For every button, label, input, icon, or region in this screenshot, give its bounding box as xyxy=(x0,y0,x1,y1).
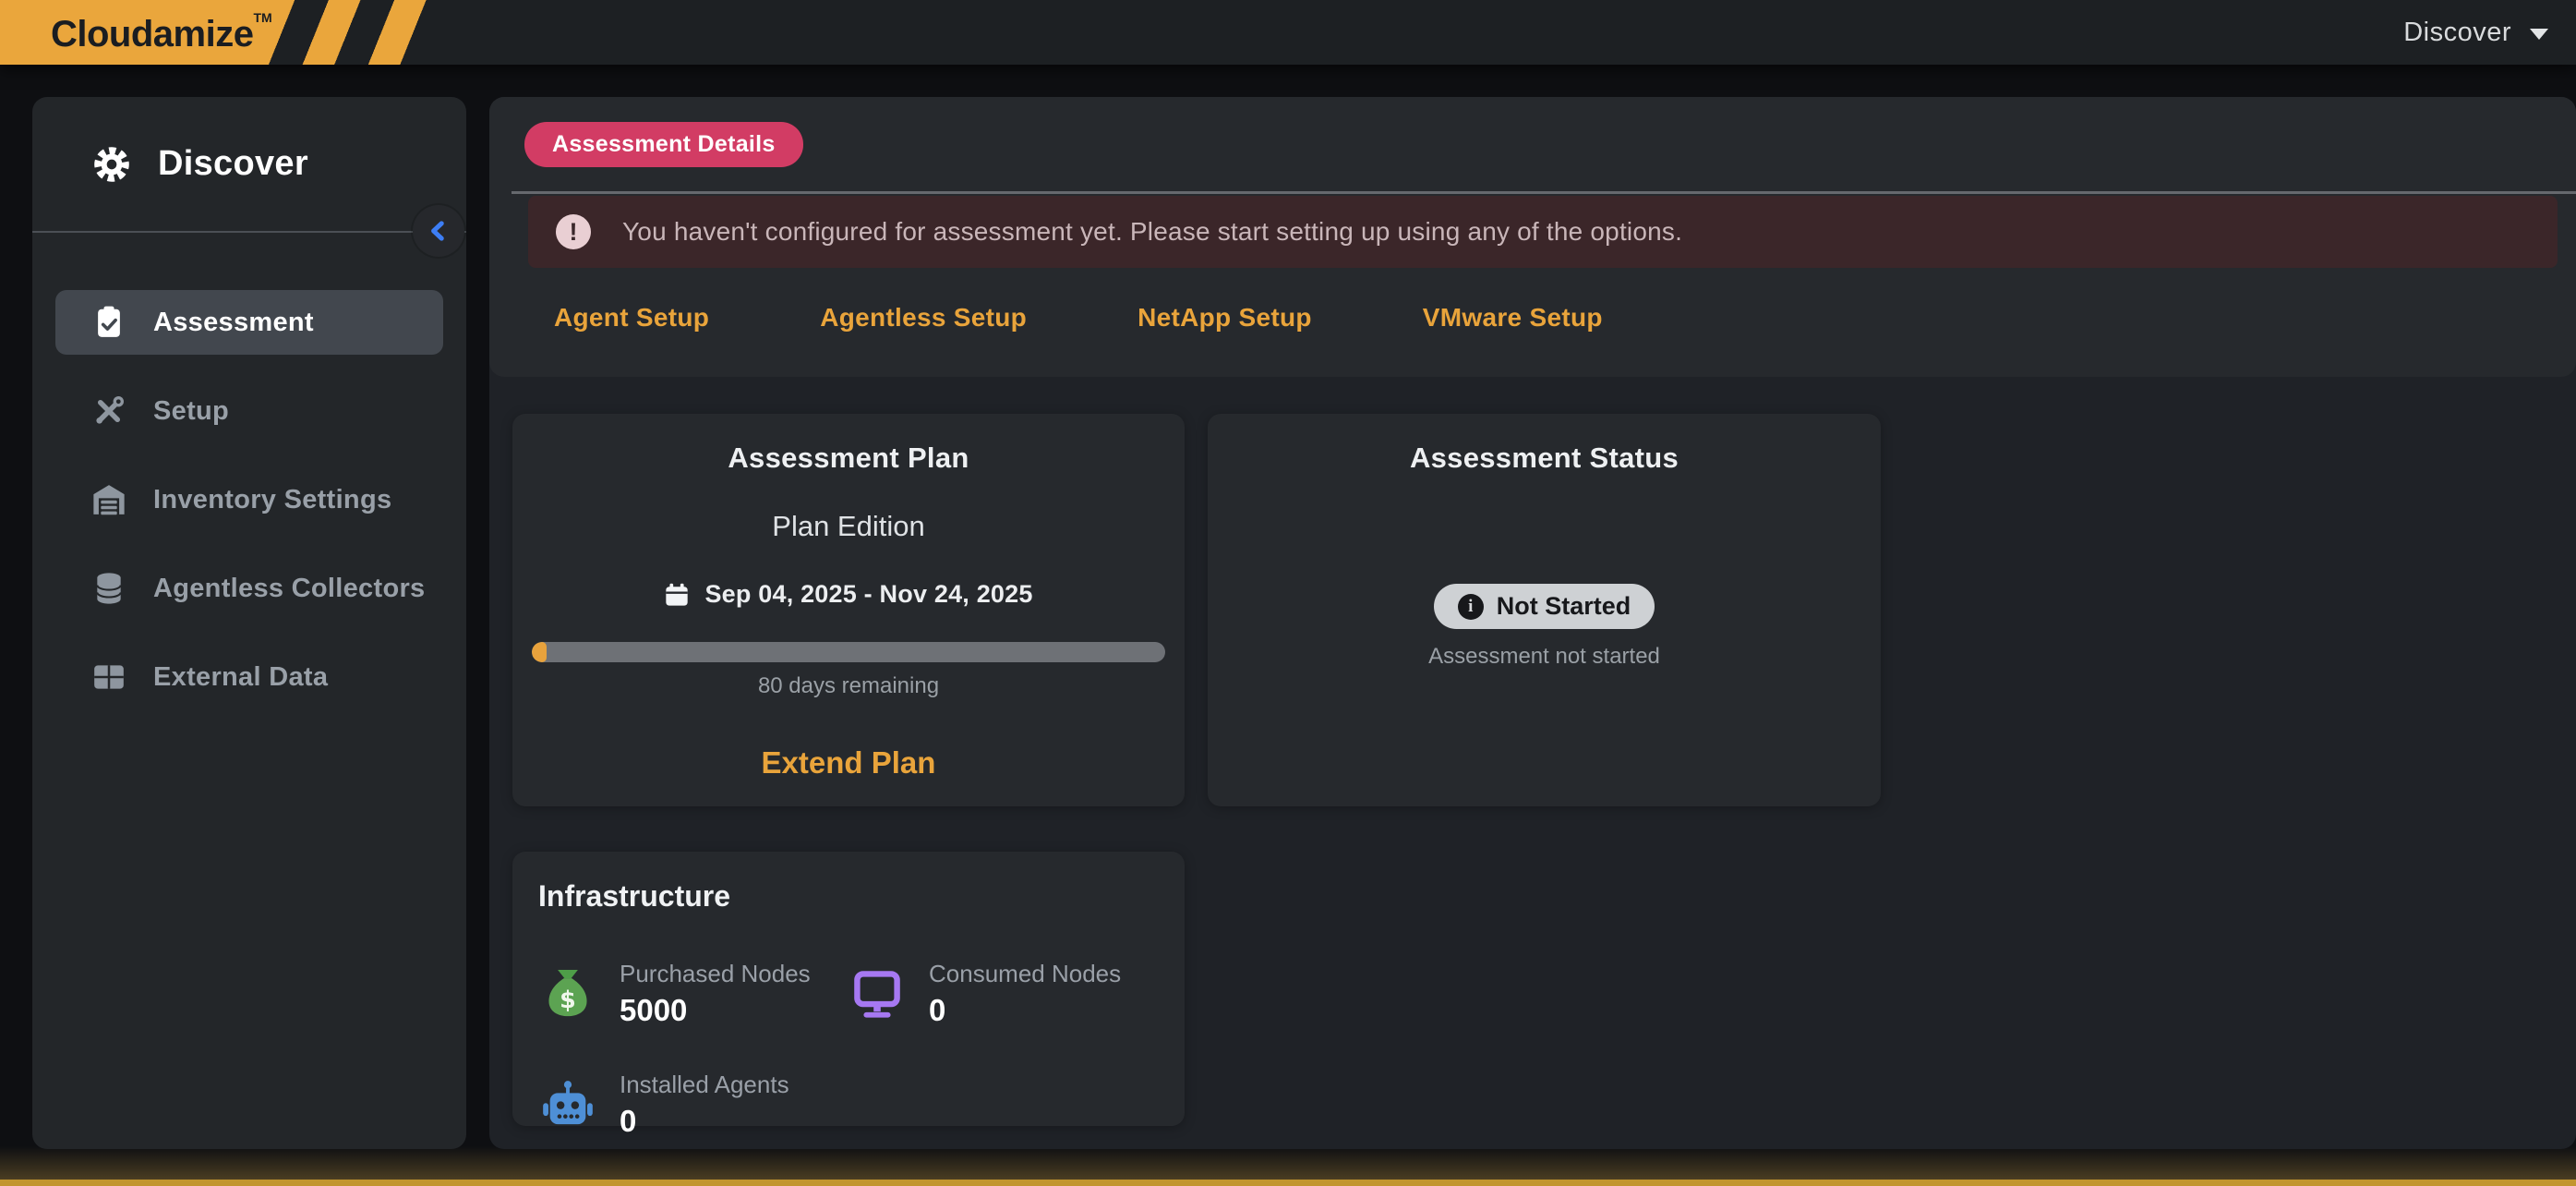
plan-progress-fill xyxy=(532,642,547,662)
plan-edition: Plan Edition xyxy=(512,510,1185,543)
sidebar-item-label: Setup xyxy=(153,396,229,427)
top-header-bar: CloudamizeTM Discover xyxy=(0,0,2576,65)
trademark-mark: TM xyxy=(253,10,271,25)
svg-text:$: $ xyxy=(560,986,576,1013)
product-switcher-dropdown[interactable]: Discover xyxy=(2403,18,2576,48)
clipboard-check-icon xyxy=(89,302,129,343)
warehouse-icon xyxy=(89,479,129,520)
brand-name: CloudamizeTM xyxy=(0,10,272,55)
sidebar-item-label: Inventory Settings xyxy=(153,485,391,515)
plan-card-title: Assessment Plan xyxy=(512,442,1185,475)
assessment-details-chip[interactable]: Assessment Details xyxy=(524,122,803,167)
alert-message: You haven't configured for assessment ye… xyxy=(622,217,1682,247)
assessment-details-panel: Assessment Details ! You haven't configu… xyxy=(489,97,2576,377)
infrastructure-metrics: $ Purchased Nodes 5000 Consum xyxy=(512,960,1185,1139)
chevron-down-icon xyxy=(2530,29,2548,40)
chevron-left-icon xyxy=(427,219,451,243)
sidebar-item-agentless-collectors[interactable]: Agentless Collectors xyxy=(55,556,443,621)
status-badge-label: Not Started xyxy=(1497,592,1631,621)
footer-gradient xyxy=(0,1146,2576,1180)
days-remaining: 80 days remaining xyxy=(512,673,1185,699)
configuration-alert-banner: ! You haven't configured for assessment … xyxy=(528,196,2558,268)
vmware-setup-link[interactable]: VMware Setup xyxy=(1423,303,1603,333)
agentless-setup-link[interactable]: Agentless Setup xyxy=(820,303,1027,333)
metric-installed-agents: Installed Agents 0 xyxy=(540,1071,849,1139)
monitor-icon xyxy=(849,966,905,1022)
sidebar-item-label: Assessment xyxy=(153,308,314,338)
metric-label: Installed Agents xyxy=(620,1071,789,1099)
status-badge: i Not Started xyxy=(1434,584,1655,629)
sidebar-item-external-data[interactable]: External Data xyxy=(55,645,443,709)
metric-purchased-nodes: $ Purchased Nodes 5000 xyxy=(540,960,849,1028)
footer-gold-line xyxy=(0,1180,2576,1186)
sidebar-header: Discover xyxy=(32,97,466,233)
gear-icon xyxy=(91,144,132,185)
main-content: Assessment Details ! You haven't configu… xyxy=(489,97,2576,1149)
plan-date-range-row: Sep 04, 2025 - Nov 24, 2025 xyxy=(512,580,1185,609)
metric-value: 5000 xyxy=(620,993,811,1028)
sidebar-item-label: Agentless Collectors xyxy=(153,574,425,604)
sidebar-menu: Assessment Setup xyxy=(32,233,466,709)
money-bag-icon: $ xyxy=(540,966,596,1022)
calendar-icon xyxy=(664,582,690,608)
database-icon xyxy=(89,568,129,609)
status-subtext: Assessment not started xyxy=(1428,644,1660,670)
metric-label: Consumed Nodes xyxy=(929,960,1121,988)
exclamation-circle-icon: ! xyxy=(556,214,591,249)
plan-date-range: Sep 04, 2025 - Nov 24, 2025 xyxy=(704,580,1032,609)
panel-divider xyxy=(512,191,2576,194)
info-circle-icon: i xyxy=(1458,594,1484,620)
agent-setup-link[interactable]: Agent Setup xyxy=(554,303,709,333)
metric-consumed-nodes: Consumed Nodes 0 xyxy=(849,960,1159,1028)
robot-icon xyxy=(540,1077,596,1132)
product-switcher-label: Discover xyxy=(2403,18,2511,48)
sidebar: Discover Assessment xyxy=(32,97,466,1149)
infrastructure-title: Infrastructure xyxy=(538,879,1185,914)
sidebar-item-label: External Data xyxy=(153,662,328,693)
sidebar-item-assessment[interactable]: Assessment xyxy=(55,290,443,355)
setup-links-row: Agent Setup Agentless Setup NetApp Setup… xyxy=(554,303,2576,333)
sidebar-item-setup[interactable]: Setup xyxy=(55,379,443,443)
assessment-status-card: Assessment Status i Not Started Assessme… xyxy=(1208,414,1881,806)
sidebar-title: Discover xyxy=(158,144,308,184)
table-cells-icon xyxy=(89,657,129,697)
sidebar-collapse-button[interactable] xyxy=(413,205,464,257)
netapp-setup-link[interactable]: NetApp Setup xyxy=(1138,303,1312,333)
tools-icon xyxy=(89,391,129,431)
sidebar-item-inventory-settings[interactable]: Inventory Settings xyxy=(55,467,443,532)
metric-value: 0 xyxy=(929,993,1121,1028)
metric-label: Purchased Nodes xyxy=(620,960,811,988)
status-card-title: Assessment Status xyxy=(1410,442,1679,475)
assessment-plan-card: Assessment Plan Plan Edition Sep 04, 202… xyxy=(512,414,1185,806)
extend-plan-link[interactable]: Extend Plan xyxy=(512,745,1185,781)
plan-progress-bar xyxy=(532,642,1165,662)
metric-value: 0 xyxy=(620,1104,789,1139)
cloudamize-logo: CloudamizeTM xyxy=(0,0,441,65)
infrastructure-card: Infrastructure $ Purchased Nodes 5000 xyxy=(512,852,1185,1126)
